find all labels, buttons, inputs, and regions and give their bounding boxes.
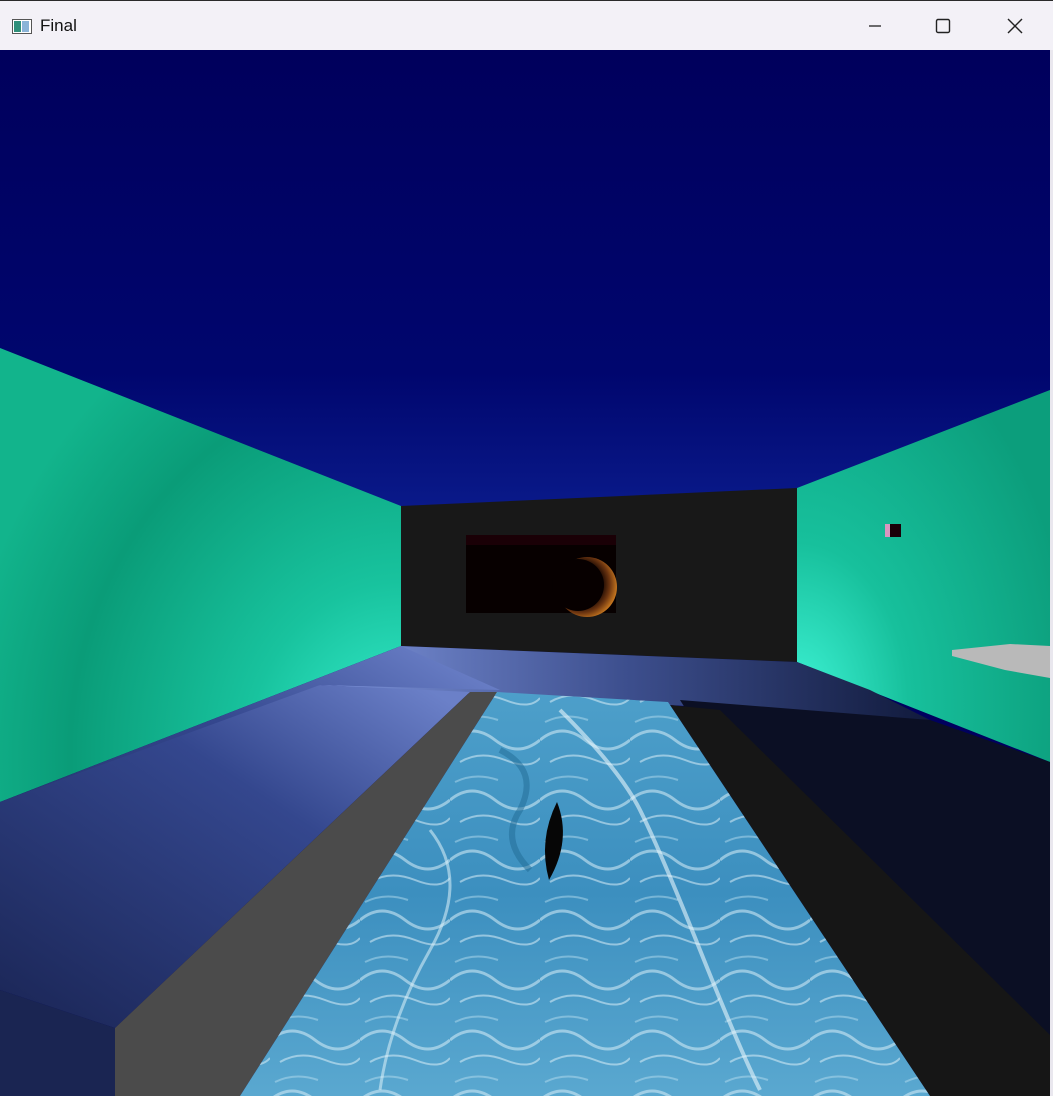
maximize-icon <box>935 18 951 34</box>
close-button[interactable] <box>980 1 1050 51</box>
title-bar[interactable]: Final <box>0 0 1053 50</box>
maximize-button[interactable] <box>908 1 978 51</box>
minimize-icon <box>869 25 881 27</box>
app-window: Final <box>0 0 1053 1096</box>
picture-top-strip <box>466 535 616 545</box>
minimize-button[interactable] <box>840 1 910 51</box>
app-window-icon <box>12 19 32 34</box>
window-title: Final <box>40 16 77 35</box>
small-cube-side <box>885 524 890 537</box>
close-icon <box>1007 18 1023 34</box>
eclipse-shadow <box>552 559 604 611</box>
3d-scene <box>0 50 1050 1096</box>
3d-render-viewport[interactable] <box>0 50 1050 1096</box>
